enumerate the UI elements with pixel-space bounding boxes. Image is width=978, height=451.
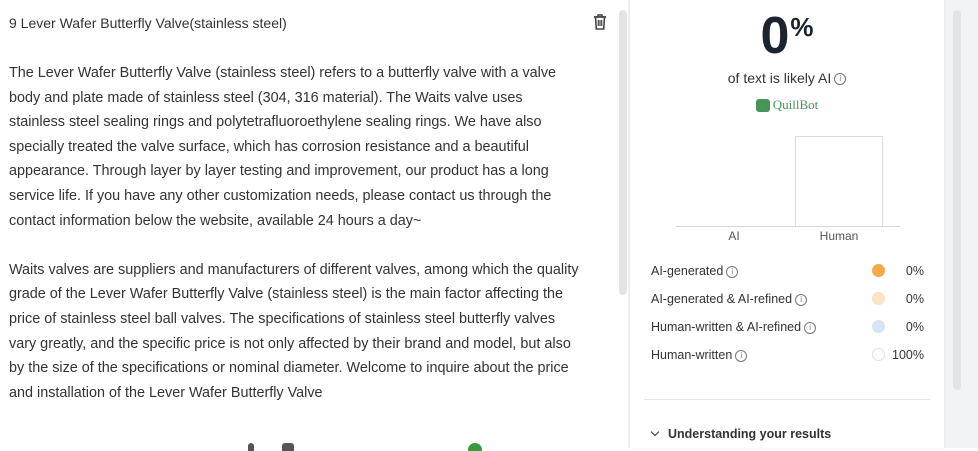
quillbot-logo-icon (755, 98, 770, 112)
document-title: 9 Lever Wafer Butterfly Valve(stainless … (9, 15, 287, 31)
ai-score-value: 0 (760, 7, 791, 65)
document-pane: 9 Lever Wafer Butterfly Valve(stainless … (0, 0, 616, 451)
results-scrollbar-thumb[interactable] (953, 10, 961, 390)
chart-label-ai: AI (728, 229, 740, 243)
results-panel: 0% of text is likely AI i QuillBot AI Huma… (630, 0, 944, 448)
breakdown-label-text: AI-generated (651, 264, 724, 278)
breakdown-label: Human-written & AI-refined i (651, 320, 817, 334)
brand-name: QuillBot (772, 97, 819, 112)
breakdown-row: Human-written i 100% (651, 344, 929, 372)
breakdown-label: AI-generated & AI-refined i (651, 292, 808, 306)
paragraph-2: Waits valves are suppliers and manufactu… (9, 261, 579, 401)
breakdown-color-dot (872, 348, 885, 361)
info-icon[interactable]: i (804, 321, 817, 334)
ai-human-chart (676, 133, 900, 227)
document-scrollbar[interactable] (619, 10, 627, 448)
breakdown-row: AI-generated i 0% (651, 260, 929, 288)
delete-button[interactable] (589, 11, 611, 33)
chart-baseline (676, 226, 900, 227)
paragraph-1: The Lever Wafer Butterfly Valve (stainle… (9, 65, 557, 229)
breakdown-row: Human-written & AI-refined i 0% (651, 316, 929, 344)
editor-toolbar (240, 440, 500, 451)
breakdown-value: 0% (905, 320, 924, 334)
info-icon[interactable]: i (735, 349, 748, 362)
breakdown-label-text: AI-generated & AI-refined (651, 292, 793, 306)
breakdown-color-dot (872, 264, 885, 277)
breakdown-list: AI-generated i 0% AI-generated & AI-refined… (651, 260, 929, 372)
ai-score-percent: % (790, 12, 814, 42)
breakdown-color-dot (872, 292, 885, 305)
chart-bar-human (795, 136, 883, 226)
brand: QuillBot (630, 97, 944, 113)
ai-score-subtitle: of text is likely AI i (630, 70, 944, 86)
understanding-results-toggle[interactable]: Understanding your results (650, 427, 832, 441)
chevron-down-icon (650, 427, 660, 437)
toolbar-icon[interactable] (468, 443, 482, 451)
breakdown-value: 0% (905, 264, 924, 278)
ai-score-subtitle-text: of text is likely AI (727, 70, 832, 86)
trash-icon (594, 14, 606, 30)
info-icon[interactable]: i (834, 73, 847, 86)
info-icon[interactable]: i (795, 293, 808, 306)
breakdown-label: AI-generated i (651, 264, 739, 278)
breakdown-row: AI-generated & AI-refined i 0% (651, 288, 929, 316)
ai-score: 0% (630, 6, 944, 66)
breakdown-label-text: Human-written & AI-refined (651, 320, 802, 334)
breakdown-value: 100% (892, 348, 924, 362)
toolbar-icon[interactable] (248, 443, 254, 451)
understanding-results-label: Understanding your results (668, 427, 832, 441)
breakdown-label-text: Human-written (651, 348, 733, 362)
info-icon[interactable]: i (726, 265, 739, 278)
document-scrollbar-thumb[interactable] (619, 10, 627, 295)
breakdown-color-dot (872, 320, 885, 333)
chart-label-human: Human (819, 229, 859, 243)
divider (644, 399, 930, 400)
breakdown-value: 0% (905, 292, 924, 306)
breakdown-label: Human-written i (651, 348, 748, 362)
toolbar-icon[interactable] (282, 443, 294, 451)
document-text[interactable]: The Lever Wafer Butterfly Valve (stainle… (9, 61, 581, 430)
